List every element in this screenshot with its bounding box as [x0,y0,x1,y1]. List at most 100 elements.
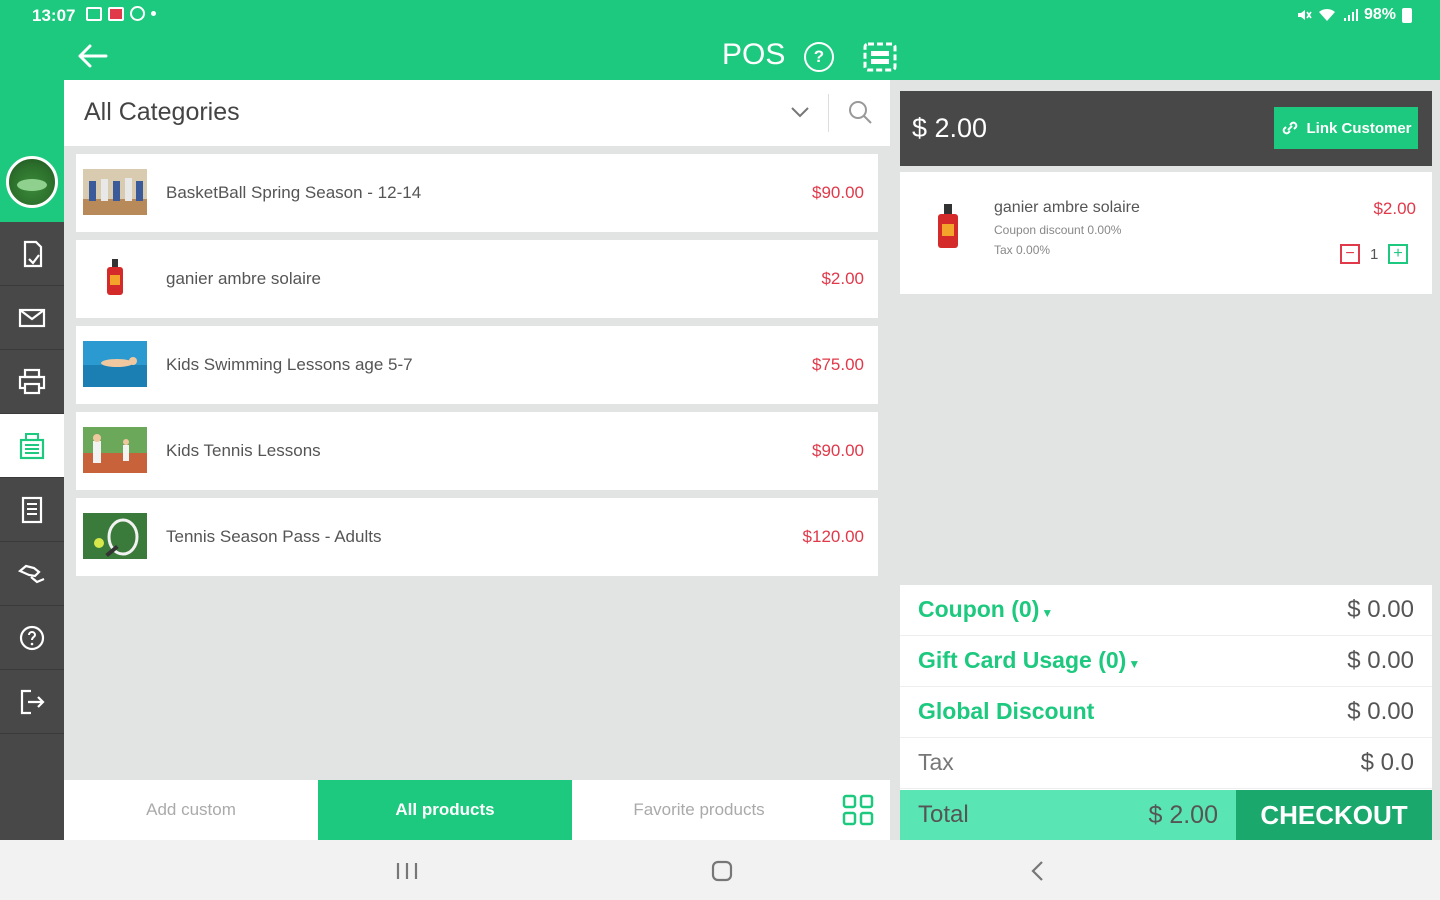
notification-icons [86,6,156,21]
total-value: $ 2.00 [1148,801,1218,829]
chevron-down-icon[interactable] [788,100,812,124]
gift-card-value: $ 0.00 [1347,647,1414,674]
product-price: $2.00 [821,269,864,288]
product-tabs: Add custom All products Favorite product… [64,780,890,840]
search-icon[interactable] [846,98,874,126]
global-discount-value: $ 0.00 [1347,698,1414,725]
link-customer-label: Link Customer [1306,119,1412,137]
product-row[interactable]: Tennis Season Pass - Adults $120.00 [76,498,878,576]
product-price: $75.00 [812,355,864,374]
product-thumbnail-tennis-kids [83,427,147,473]
battery-icon [1402,7,1412,23]
tax-label: Tax [918,749,954,775]
cash-register-icon[interactable] [862,40,898,74]
global-discount-row[interactable]: Global Discount $ 0.00 [900,687,1432,738]
sidebar-item-logout[interactable] [0,670,64,734]
category-select[interactable]: All Categories [84,98,240,127]
checkout-button[interactable]: CHECKOUT [1236,790,1432,840]
gift-card-row[interactable]: Gift Card Usage (0) ▼ $ 0.00 [900,636,1432,687]
quantity-increase-button[interactable]: + [1388,244,1408,264]
circle-notification-icon [130,6,145,21]
tab-all-products[interactable]: All products [318,780,572,840]
coupon-row[interactable]: Coupon (0) ▼ $ 0.00 [900,585,1432,636]
category-bar: All Categories [64,80,890,146]
product-name: BasketBall Spring Season - 12-14 [166,183,422,202]
gift-card-label[interactable]: Gift Card Usage (0) ▼ [918,647,1140,674]
register-icon [19,432,45,459]
dropdown-caret-icon: ▼ [1041,606,1054,620]
tab-add-custom[interactable]: Add custom [64,780,318,840]
product-row[interactable]: Kids Tennis Lessons $90.00 [76,412,878,490]
page-title: POS [722,38,786,71]
home-icon[interactable] [709,858,735,884]
product-thumbnail-basketball [83,169,147,215]
help-icon [19,625,45,650]
quantity-decrease-button[interactable]: − [1340,244,1360,264]
cart-header: $ 2.00 Link Customer [900,91,1432,166]
order-summary: Coupon (0) ▼ $ 0.00 Gift Card Usage (0) ▼ … [900,585,1432,840]
tab-favorite-products[interactable]: Favorite products [572,780,826,840]
cart-item-price: $2.00 [1373,199,1416,218]
more-notifications-icon [151,11,156,16]
app-notification-icon [108,6,124,21]
product-thumbnail-sunscreen [83,255,147,301]
mail-icon [18,308,46,327]
product-name: ganier ambre solaire [166,269,321,288]
back-arrow-icon[interactable] [74,40,110,72]
sidebar [0,80,64,840]
product-name: Tennis Season Pass - Adults [166,527,382,546]
cart-item-coupon: Coupon discount 0.00% [994,223,1122,237]
gallery-notification-icon [86,6,102,21]
product-thumbnail-swimming [83,341,147,387]
recent-apps-icon[interactable] [394,858,420,884]
global-discount-label[interactable]: Global Discount [918,698,1094,725]
sidebar-item-pos[interactable] [0,414,64,478]
product-price: $90.00 [812,183,864,202]
mute-icon [1297,10,1312,20]
sidebar-item-reports[interactable] [0,478,64,542]
product-row[interactable]: Kids Swimming Lessons age 5-7 $75.00 [76,326,878,404]
product-row[interactable]: ganier ambre solaire $2.00 [76,240,878,318]
link-customer-button[interactable]: Link Customer [1274,107,1418,149]
logout-icon [20,689,45,714]
status-time: 13:07 [32,6,76,25]
quantity-value: 1 [1370,246,1379,263]
cart-item-thumbnail [938,204,958,248]
link-icon [1283,121,1298,135]
cart-item-name: ganier ambre solaire [994,199,1140,216]
total-label: Total [918,801,969,828]
wifi-icon [1318,8,1335,21]
cart-header-total: $ 2.00 [912,113,988,143]
orders-icon [23,240,43,267]
avatar[interactable] [6,156,58,208]
back-icon[interactable] [1025,858,1051,884]
product-row[interactable]: BasketBall Spring Season - 12-14 $90.00 [76,154,878,232]
battery-percent: 98% [1363,6,1396,23]
system-status-icons: 98% [1296,6,1412,24]
product-thumbnail-tennis-adults [83,513,147,559]
product-price: $120.00 [802,527,864,546]
cart-item-tax: Tax 0.00% [994,243,1051,257]
cart-item: ganier ambre solaire Coupon discount 0.0… [900,172,1432,294]
sidebar-item-payments[interactable] [0,542,64,606]
grid-view-icon[interactable] [842,794,874,826]
sidebar-item-mail[interactable] [0,286,64,350]
dropdown-caret-icon: ▼ [1128,657,1141,671]
cart-panel: $ 2.00 Link Customer ganier ambre solair… [890,80,1440,840]
coupon-label[interactable]: Coupon (0) ▼ [918,596,1053,623]
coupon-value: $ 0.00 [1347,596,1414,623]
payments-icon [17,564,45,583]
status-bar: 13:07 98% [0,0,1440,32]
tax-value: $ 0.0 [1360,749,1414,776]
product-name: Kids Swimming Lessons age 5-7 [166,355,413,374]
sidebar-item-help[interactable] [0,606,64,670]
sidebar-item-printer[interactable] [0,350,64,414]
sidebar-item-orders[interactable] [0,222,64,286]
printer-icon [18,368,46,394]
product-name: Kids Tennis Lessons [166,441,321,460]
signal-icon [1343,9,1358,21]
tax-row: Tax $ 0.0 [900,738,1432,789]
product-price: $90.00 [812,441,864,460]
product-panel: All Categories BasketBall Spring Season … [64,80,890,840]
help-icon[interactable]: ? [804,42,834,72]
